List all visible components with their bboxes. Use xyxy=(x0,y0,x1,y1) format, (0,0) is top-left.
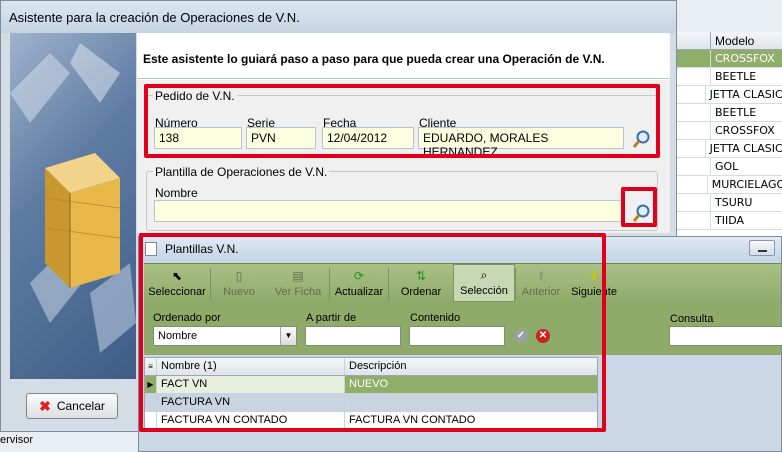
row-pointer-icon: ▶ xyxy=(145,376,157,393)
table-row[interactable]: TSURU xyxy=(677,194,782,212)
background-status-text: ervisor xyxy=(0,434,34,446)
table-row[interactable]: CROSSFOX xyxy=(677,50,782,68)
apartir-input[interactable] xyxy=(305,326,401,346)
column-header-nombre[interactable]: Nombre (1) xyxy=(157,358,345,375)
nombre-field[interactable] xyxy=(154,200,624,222)
table-row[interactable]: JETTA CLASICO xyxy=(677,140,782,158)
filter-search-icon: ⌕ xyxy=(480,267,488,282)
table-row[interactable]: GOL xyxy=(677,158,782,176)
nombre-label: Nombre xyxy=(155,186,198,200)
consulta-label: Consulta xyxy=(670,313,714,325)
wizard-intro: Este asistente lo guiará paso a paso par… xyxy=(137,33,670,79)
refresh-icon: ⟳ xyxy=(353,269,365,283)
toolbar-siguiente-button[interactable]: ⬇ Siguiente xyxy=(566,264,622,302)
chevron-down-icon[interactable]: ▼ xyxy=(280,327,296,345)
pedido-legend: Pedido de V.N. xyxy=(153,89,237,103)
toolbar-actualizar-button[interactable]: ⟳ Actualizar xyxy=(330,264,388,302)
cliente-field[interactable]: EDUARDO, MORALES HERNANDEZ xyxy=(418,127,624,159)
minimize-button[interactable] xyxy=(749,240,775,256)
table-row[interactable]: BEETLE xyxy=(677,68,782,86)
numero-field[interactable]: 138 xyxy=(154,127,242,149)
search-plantilla-button[interactable] xyxy=(631,202,653,224)
grid-header: Modelo xyxy=(677,32,782,50)
down-arrow-icon: ⬇ xyxy=(588,269,600,283)
table-row[interactable]: TIIDA xyxy=(677,212,782,230)
toolbar-nuevo-button[interactable]: ▯ Nuevo xyxy=(211,264,267,302)
sort-icon: ⇅ xyxy=(415,269,427,283)
ordenado-label: Ordenado por xyxy=(153,312,221,324)
wizard-title: Asistente para la creación de Operacione… xyxy=(1,1,676,33)
contenido-label: Contenido xyxy=(410,312,461,324)
toolbar-anterior-button[interactable]: ⬆ Anterior xyxy=(516,264,566,302)
card-icon: ▤ xyxy=(292,269,304,283)
column-header-descripcion[interactable]: Descripción xyxy=(345,358,597,375)
magnifier-icon xyxy=(632,130,650,148)
table-row[interactable]: FACTURA VN CONTADO FACTURA VN CONTADO xyxy=(145,412,597,430)
filter-bar: Ordenado por Nombre ▼ A partir de Conten… xyxy=(144,303,782,355)
plantillas-window: Plantillas V.N. ⬉ Seleccionar ▯ Nuevo ▤ … xyxy=(138,236,782,452)
clear-filter-icon[interactable]: ✕ xyxy=(536,329,550,343)
magnifier-icon xyxy=(632,204,650,222)
toolbar-ordenar-button[interactable]: ⇅ Ordenar xyxy=(389,264,453,302)
apartir-label: A partir de xyxy=(306,312,357,324)
plantillas-title: Plantillas V.N. xyxy=(165,242,239,256)
toolbar: ⬉ Seleccionar ▯ Nuevo ▤ Ver Ficha ⟳ Actu… xyxy=(144,263,781,303)
ordenado-select[interactable]: Nombre ▼ xyxy=(153,326,297,346)
toolbar-seleccionar-button[interactable]: ⬉ Seleccionar xyxy=(144,264,210,302)
background-model-grid: Modelo CROSSFOX BEETLE JETTA CLASICO BEE… xyxy=(676,32,782,242)
grid-menu-icon[interactable]: ≡ xyxy=(145,358,157,375)
apply-filter-icon[interactable]: ✓ xyxy=(514,329,528,343)
cursor-icon: ⬉ xyxy=(171,269,183,283)
grid-header: ≡ Nombre (1) Descripción xyxy=(145,358,597,376)
table-row[interactable]: ▶ FACT VN NUEVO xyxy=(145,376,597,394)
cancel-button[interactable]: ✖ Cancelar xyxy=(26,393,118,419)
plantilla-legend: Plantilla de Operaciones de V.N. xyxy=(153,165,330,179)
wizard-content: Este asistente lo guiará paso a paso par… xyxy=(137,33,670,233)
fecha-field[interactable]: 12/04/2012 xyxy=(322,127,414,149)
up-arrow-icon: ⬆ xyxy=(535,269,547,283)
plantillas-grid: ≡ Nombre (1) Descripción ▶ FACT VN NUEVO… xyxy=(144,357,598,430)
search-pedido-button[interactable] xyxy=(631,128,653,150)
column-header-modelo[interactable]: Modelo xyxy=(711,32,758,49)
cancel-label: Cancelar xyxy=(56,399,105,413)
table-row[interactable]: JETTA CLASICO xyxy=(677,86,782,104)
toolbar-seleccion-button[interactable]: ⌕ Selección xyxy=(453,264,515,302)
table-row[interactable]: BEETLE xyxy=(677,104,782,122)
wizard-illustration xyxy=(10,33,136,379)
document-icon xyxy=(145,242,157,256)
consulta-input[interactable] xyxy=(669,326,782,346)
contenido-input[interactable] xyxy=(409,326,505,346)
toolbar-verficha-button[interactable]: ▤ Ver Ficha xyxy=(267,264,329,302)
new-doc-icon: ▯ xyxy=(235,269,243,283)
table-row[interactable]: MURCIELAGO xyxy=(677,176,782,194)
table-row[interactable]: FACTURA VN xyxy=(145,394,597,412)
serie-field[interactable]: PVN xyxy=(246,127,316,149)
cancel-x-icon: ✖ xyxy=(39,397,51,414)
table-row[interactable]: CROSSFOX xyxy=(677,122,782,140)
